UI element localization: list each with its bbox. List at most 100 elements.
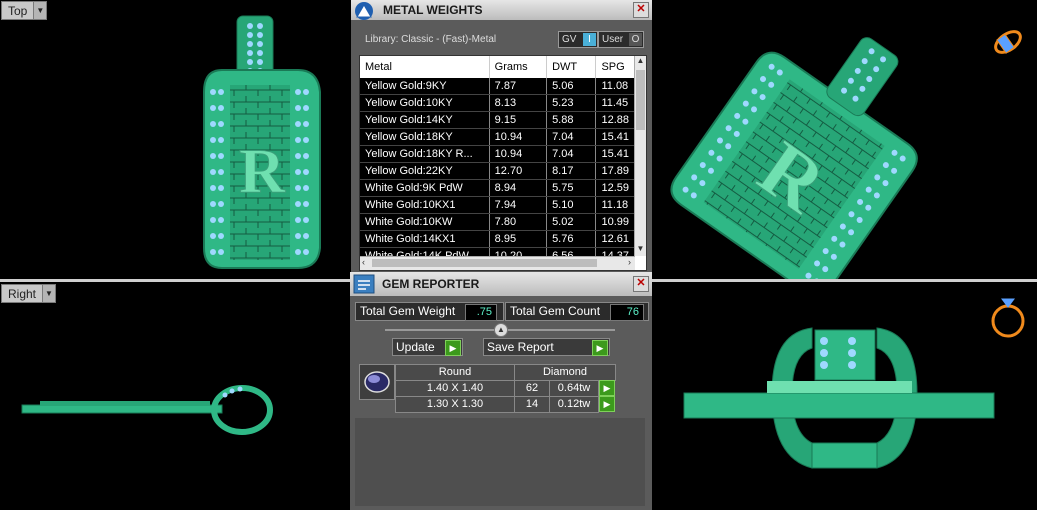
table-cell: 11.45 [595, 94, 635, 112]
table-cell: Yellow Gold:18KY R... [360, 145, 490, 163]
metal-weights-titlebar[interactable]: METAL WEIGHTS ✕ [351, 0, 652, 20]
splitter-handle[interactable]: ▲ [494, 323, 508, 337]
viewport-top[interactable]: Top ▼ R [0, 0, 350, 279]
table-cell: 10.94 [489, 145, 548, 163]
table-cell: 15.41 [595, 145, 635, 163]
viewport-divider-h-left [0, 279, 352, 282]
user-toggle[interactable]: User O [598, 31, 644, 48]
gv-toggle-value: I [583, 33, 596, 46]
viewport-perspective[interactable]: R [652, 0, 1037, 279]
metal-weights-panel: METAL WEIGHTS ✕ Library: Classic - (Fast… [351, 0, 652, 272]
viewport-front[interactable] [652, 283, 1037, 510]
table-row[interactable]: Yellow Gold:22KY 12.70 8.17 17.89 [360, 162, 635, 180]
scroll-left-icon[interactable]: ‹ [362, 257, 365, 267]
table-row[interactable]: Yellow Gold:18KY 10.94 7.04 15.41 [360, 128, 635, 146]
scroll-down-icon[interactable]: ▼ [635, 244, 646, 256]
table-cell: 12.70 [489, 162, 548, 180]
scroll-up-icon[interactable]: ▲ [635, 56, 646, 68]
table-cell: 9.15 [489, 111, 548, 129]
gem-row-count: 14 [514, 396, 550, 413]
gem-row-1-play-button[interactable]: ▶ [599, 396, 615, 412]
table-cell: 8.13 [489, 94, 548, 112]
ring-navigator-icon[interactable] [990, 24, 1026, 60]
pendant-perspective-model: R [670, 37, 918, 279]
gem-row-weight: 0.12tw [549, 396, 599, 413]
update-button-label: Update [396, 340, 435, 354]
play-icon: ▶ [592, 340, 608, 356]
table-row[interactable]: Yellow Gold:18KY R... 10.94 7.04 15.41 [360, 145, 635, 163]
table-cell: 12.59 [595, 179, 635, 197]
gem-reporter-title: GEM REPORTER [382, 277, 480, 291]
table-cell: Yellow Gold:10KY [360, 94, 490, 112]
table-cell: 7.04 [546, 128, 597, 146]
table-row[interactable]: White Gold:9K PdW 8.94 5.75 12.59 [360, 179, 635, 197]
table-row[interactable]: Yellow Gold:10KY 8.13 5.23 11.45 [360, 94, 635, 112]
table-cell: 10.99 [595, 213, 635, 231]
metal-weights-title: METAL WEIGHTS [383, 3, 483, 17]
pendant-letter: R [239, 135, 286, 206]
table-row[interactable]: Yellow Gold:9KY 7.87 5.06 11.08 [360, 78, 635, 95]
save-report-button[interactable]: Save Report ▶ [483, 338, 610, 356]
table-cell: 7.87 [489, 78, 548, 95]
table-cell: White Gold:10KX1 [360, 196, 490, 214]
table-cell: 5.02 [546, 213, 597, 231]
gem-shape-thumbnail[interactable] [359, 364, 395, 400]
table-row[interactable]: White Gold:10KX1 7.94 5.10 11.18 [360, 196, 635, 214]
vertical-scrollbar[interactable]: ▲ ▼ [634, 56, 646, 256]
horizontal-scrollbar[interactable]: ‹ › [360, 256, 635, 270]
gem-table[interactable]: Round Diamond 1.40 X 1.40 62 0.64tw ▶ 1.… [359, 364, 646, 422]
gem-row-size: 1.40 X 1.40 [395, 380, 515, 397]
table-cell: 11.18 [595, 196, 635, 214]
total-gem-count-value: 76 [610, 304, 644, 321]
table-cell: 17.89 [595, 162, 635, 180]
viewport-right[interactable]: Right ▼ [0, 283, 350, 510]
table-row[interactable]: White Gold:10KW 7.80 5.02 10.99 [360, 213, 635, 231]
table-cell: White Gold:10KW [360, 213, 490, 231]
table-cell: Yellow Gold:22KY [360, 162, 490, 180]
play-icon: ▶ [445, 340, 461, 356]
gem-row-count: 62 [514, 380, 550, 397]
scroll-thumb-h[interactable] [372, 259, 597, 267]
table-header-row: Metal Grams DWT SPG [360, 56, 635, 78]
table-cell: 5.75 [546, 179, 597, 197]
table-cell: 5.76 [546, 230, 597, 248]
scroll-right-icon[interactable]: › [628, 257, 631, 267]
column-header[interactable]: Metal [360, 56, 490, 78]
metal-library-label: Library: Classic - (Fast)-Metal [365, 34, 497, 45]
table-cell: 5.88 [546, 111, 597, 129]
total-gem-weight-value: .75 [465, 304, 497, 321]
update-button[interactable]: Update ▶ [392, 338, 463, 356]
column-header[interactable]: SPG [595, 56, 635, 78]
gv-toggle[interactable]: GV I [558, 31, 598, 48]
gem-row-size: 1.30 X 1.30 [395, 396, 515, 413]
gem-material-header: Diamond [514, 364, 616, 381]
metal-weights-grid: Metal Grams DWT SPG Yellow Gold:9KY 7.87 5… [360, 56, 635, 265]
column-header[interactable]: DWT [546, 56, 597, 78]
table-cell: 7.94 [489, 196, 548, 214]
gem-reporter-empty-area [355, 418, 645, 506]
close-icon[interactable]: ✕ [633, 276, 649, 292]
close-icon[interactable]: ✕ [633, 2, 649, 18]
scroll-thumb[interactable] [636, 70, 645, 130]
viewport-divider-h-right [652, 279, 1037, 282]
table-cell: 5.23 [546, 94, 597, 112]
pendant-top-model: R [203, 15, 321, 269]
table-cell: 7.04 [546, 145, 597, 163]
column-header[interactable]: Grams [489, 56, 548, 78]
table-cell: Yellow Gold:18KY [360, 128, 490, 146]
ring-front-icon[interactable] [988, 291, 1028, 341]
gem-row-0-play-button[interactable]: ▶ [599, 380, 615, 396]
round-gem-icon [364, 371, 390, 393]
table-cell: 10.94 [489, 128, 548, 146]
save-report-button-label: Save Report [487, 340, 554, 354]
table-cell: 15.41 [595, 128, 635, 146]
table-row[interactable]: Yellow Gold:14KY 9.15 5.88 12.88 [360, 111, 635, 129]
table-cell: 8.94 [489, 179, 548, 197]
metal-weights-table[interactable]: Metal Grams DWT SPG Yellow Gold:9KY 7.87 5… [359, 55, 647, 271]
table-cell: 12.61 [595, 230, 635, 248]
table-cell: 5.06 [546, 78, 597, 95]
table-row[interactable]: White Gold:14KX1 8.95 5.76 12.61 [360, 230, 635, 248]
metal-weights-app-icon [355, 2, 373, 20]
gem-reporter-titlebar[interactable]: GEM REPORTER ✕ [350, 272, 652, 296]
gv-toggle-label: GV [562, 34, 577, 45]
